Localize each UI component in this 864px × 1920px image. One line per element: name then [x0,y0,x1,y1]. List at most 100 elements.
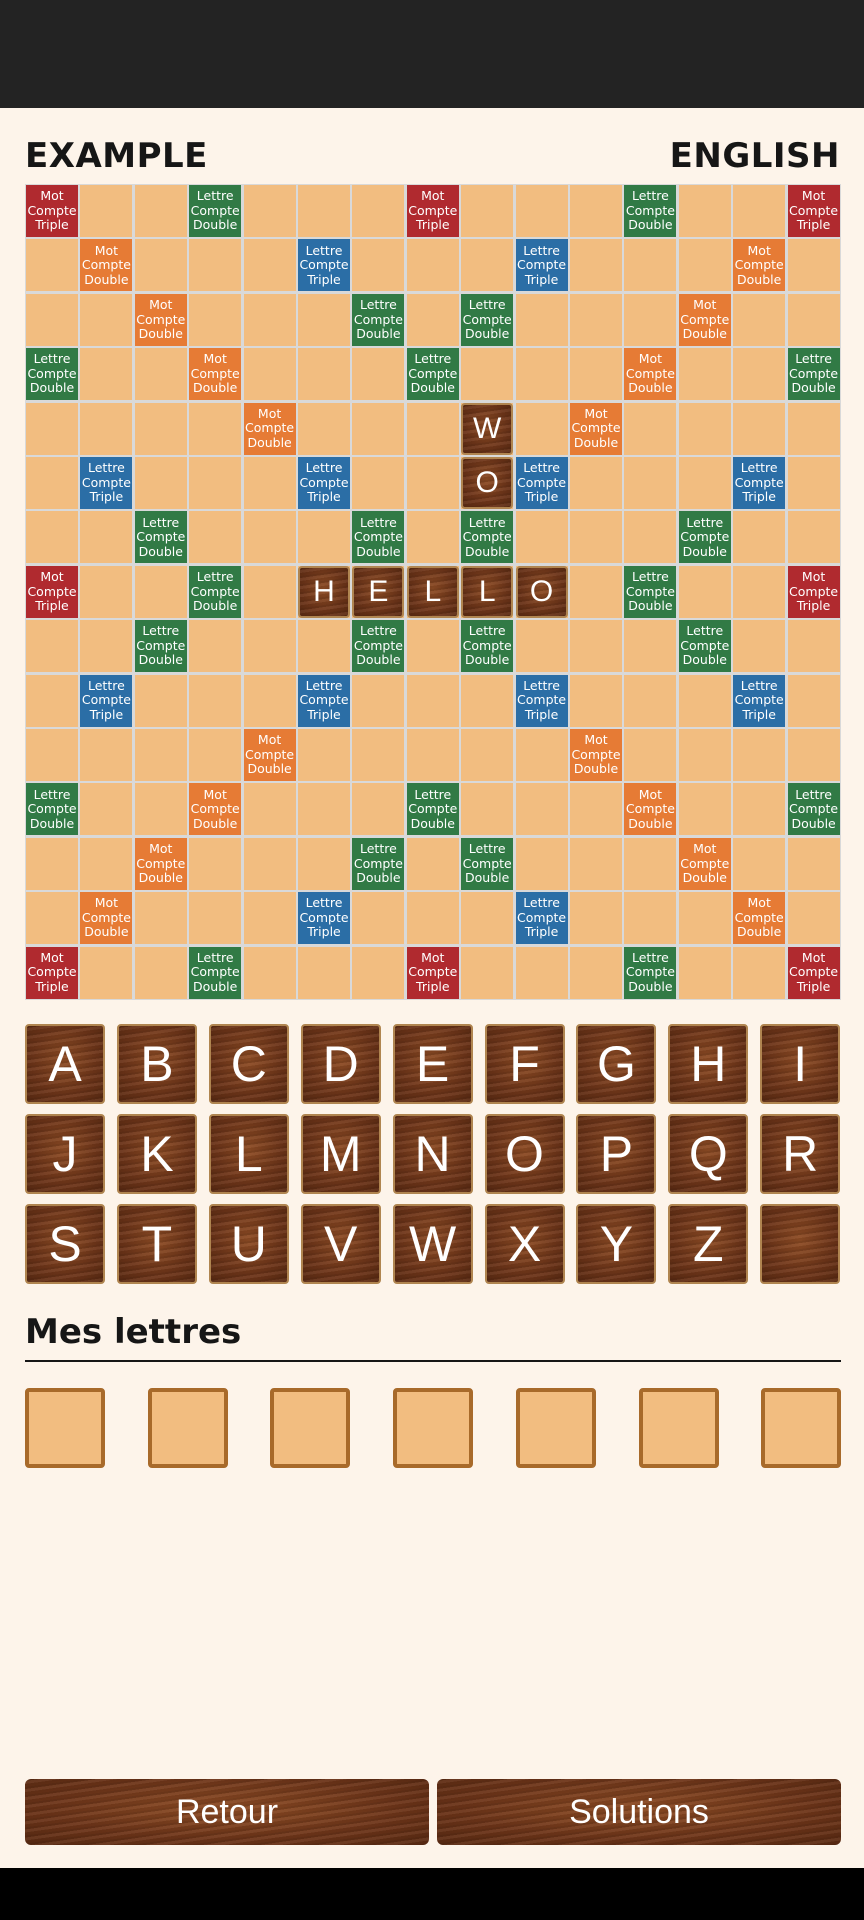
board-cell[interactable] [678,892,731,945]
board-cell-double-letter[interactable]: Lettre Compte Double [352,511,405,564]
board-cell[interactable] [352,729,405,781]
board-cell[interactable] [787,402,840,455]
rack-slot[interactable] [270,1388,351,1468]
board-cell-double-letter[interactable]: Lettre Compte Double [134,511,187,564]
board-cell-double-word[interactable]: Mot Compte Double [80,892,133,945]
board-cell-triple-word[interactable]: Mot Compte Triple [787,565,840,618]
key-y[interactable]: Y [576,1204,657,1284]
board-cell-triple-letter[interactable]: Lettre Compte Triple [515,457,568,509]
board-cell-double-word[interactable]: Mot Compte Double [134,293,187,346]
board-cell[interactable] [134,185,187,237]
board-cell[interactable] [733,783,786,836]
board-cell[interactable] [26,457,78,509]
board-cell[interactable] [624,729,677,781]
board-cell[interactable] [461,946,514,999]
board-cell[interactable] [134,674,187,727]
board-cell[interactable] [733,620,786,673]
board-cell-double-letter[interactable]: Lettre Compte Double [787,783,840,836]
board-cell[interactable] [243,837,296,890]
board-cell[interactable] [298,620,350,673]
key-b[interactable]: B [116,1024,197,1104]
board-cell[interactable] [678,729,731,781]
board-cell[interactable] [787,239,840,292]
board-tile[interactable]: H [298,565,350,618]
board-cell[interactable] [515,511,568,564]
solutions-button[interactable]: Solutions [437,1779,841,1845]
board-cell-double-word[interactable]: Mot Compte Double [624,783,677,836]
board-cell[interactable] [189,837,242,890]
board-cell-double-letter[interactable]: Lettre Compte Double [134,620,187,673]
board-cell[interactable] [352,185,405,237]
board-cell-double-letter[interactable]: Lettre Compte Double [352,620,405,673]
board-cell-double-letter[interactable]: Lettre Compte Double [624,946,677,999]
key-g[interactable]: G [576,1024,657,1104]
board-cell[interactable] [733,729,786,781]
board-cell-double-word[interactable]: Mot Compte Double [733,892,786,945]
board-cell[interactable] [733,946,786,999]
board-cell[interactable] [352,402,405,455]
board-cell-double-letter[interactable]: Lettre Compte Double [406,348,459,401]
board-cell-double-word[interactable]: Mot Compte Double [624,348,677,401]
board-cell-double-word[interactable]: Mot Compte Double [678,293,731,346]
board-cell-triple-letter[interactable]: Lettre Compte Triple [733,457,786,509]
board-cell[interactable] [406,837,459,890]
board-cell[interactable] [243,946,296,999]
board-cell-double-letter[interactable]: Lettre Compte Double [624,565,677,618]
rack-slot[interactable] [761,1388,842,1468]
board-cell[interactable] [189,620,242,673]
board-cell[interactable] [134,402,187,455]
board-cell[interactable] [189,402,242,455]
key-q[interactable]: Q [668,1114,749,1194]
board-cell[interactable] [678,239,731,292]
board-cell-double-letter[interactable]: Lettre Compte Double [406,783,459,836]
board-cell[interactable] [570,185,622,237]
board-cell[interactable] [243,348,296,401]
board-cell[interactable] [624,837,677,890]
board-cell[interactable] [733,185,786,237]
board-cell[interactable] [298,946,350,999]
key-d[interactable]: D [300,1024,381,1104]
board-cell[interactable] [461,729,514,781]
board-cell[interactable] [787,837,840,890]
board-cell[interactable] [243,239,296,292]
board-cell[interactable] [352,674,405,727]
board-cell[interactable] [134,239,187,292]
board-cell-double-letter[interactable]: Lettre Compte Double [189,565,242,618]
board-cell[interactable] [298,293,350,346]
board-cell[interactable] [80,348,133,401]
board-cell[interactable] [570,511,622,564]
board-cell[interactable] [570,565,622,618]
board-cell-double-letter[interactable]: Lettre Compte Double [678,620,731,673]
board-cell-double-letter[interactable]: Lettre Compte Double [678,511,731,564]
board-cell[interactable] [134,457,187,509]
key-h[interactable]: H [668,1024,749,1104]
board-cell[interactable] [787,729,840,781]
key-p[interactable]: P [576,1114,657,1194]
board-cell[interactable] [80,293,133,346]
board-cell[interactable] [787,674,840,727]
board-cell-double-letter[interactable]: Lettre Compte Double [461,837,514,890]
board-cell[interactable] [406,511,459,564]
board-cell[interactable] [787,293,840,346]
board-cell-double-letter[interactable]: Lettre Compte Double [787,348,840,401]
board-cell[interactable] [733,402,786,455]
board-cell[interactable] [189,239,242,292]
board-cell[interactable] [243,511,296,564]
board-cell-triple-word[interactable]: Mot Compte Triple [787,946,840,999]
board-cell[interactable] [678,402,731,455]
board-cell-triple-letter[interactable]: Lettre Compte Triple [298,457,350,509]
board-cell-triple-word[interactable]: Mot Compte Triple [406,185,459,237]
board-cell[interactable] [352,239,405,292]
board-cell-double-word[interactable]: Mot Compte Double [570,729,622,781]
board-cell[interactable] [570,946,622,999]
board-cell[interactable] [570,348,622,401]
board-cell[interactable] [406,457,459,509]
board-cell[interactable] [243,783,296,836]
board-cell[interactable] [80,511,133,564]
board-cell[interactable] [678,946,731,999]
board-cell[interactable] [733,348,786,401]
key-o[interactable]: O [484,1114,565,1194]
board-cell[interactable] [26,511,78,564]
board-cell[interactable] [624,620,677,673]
board-cell[interactable] [134,892,187,945]
